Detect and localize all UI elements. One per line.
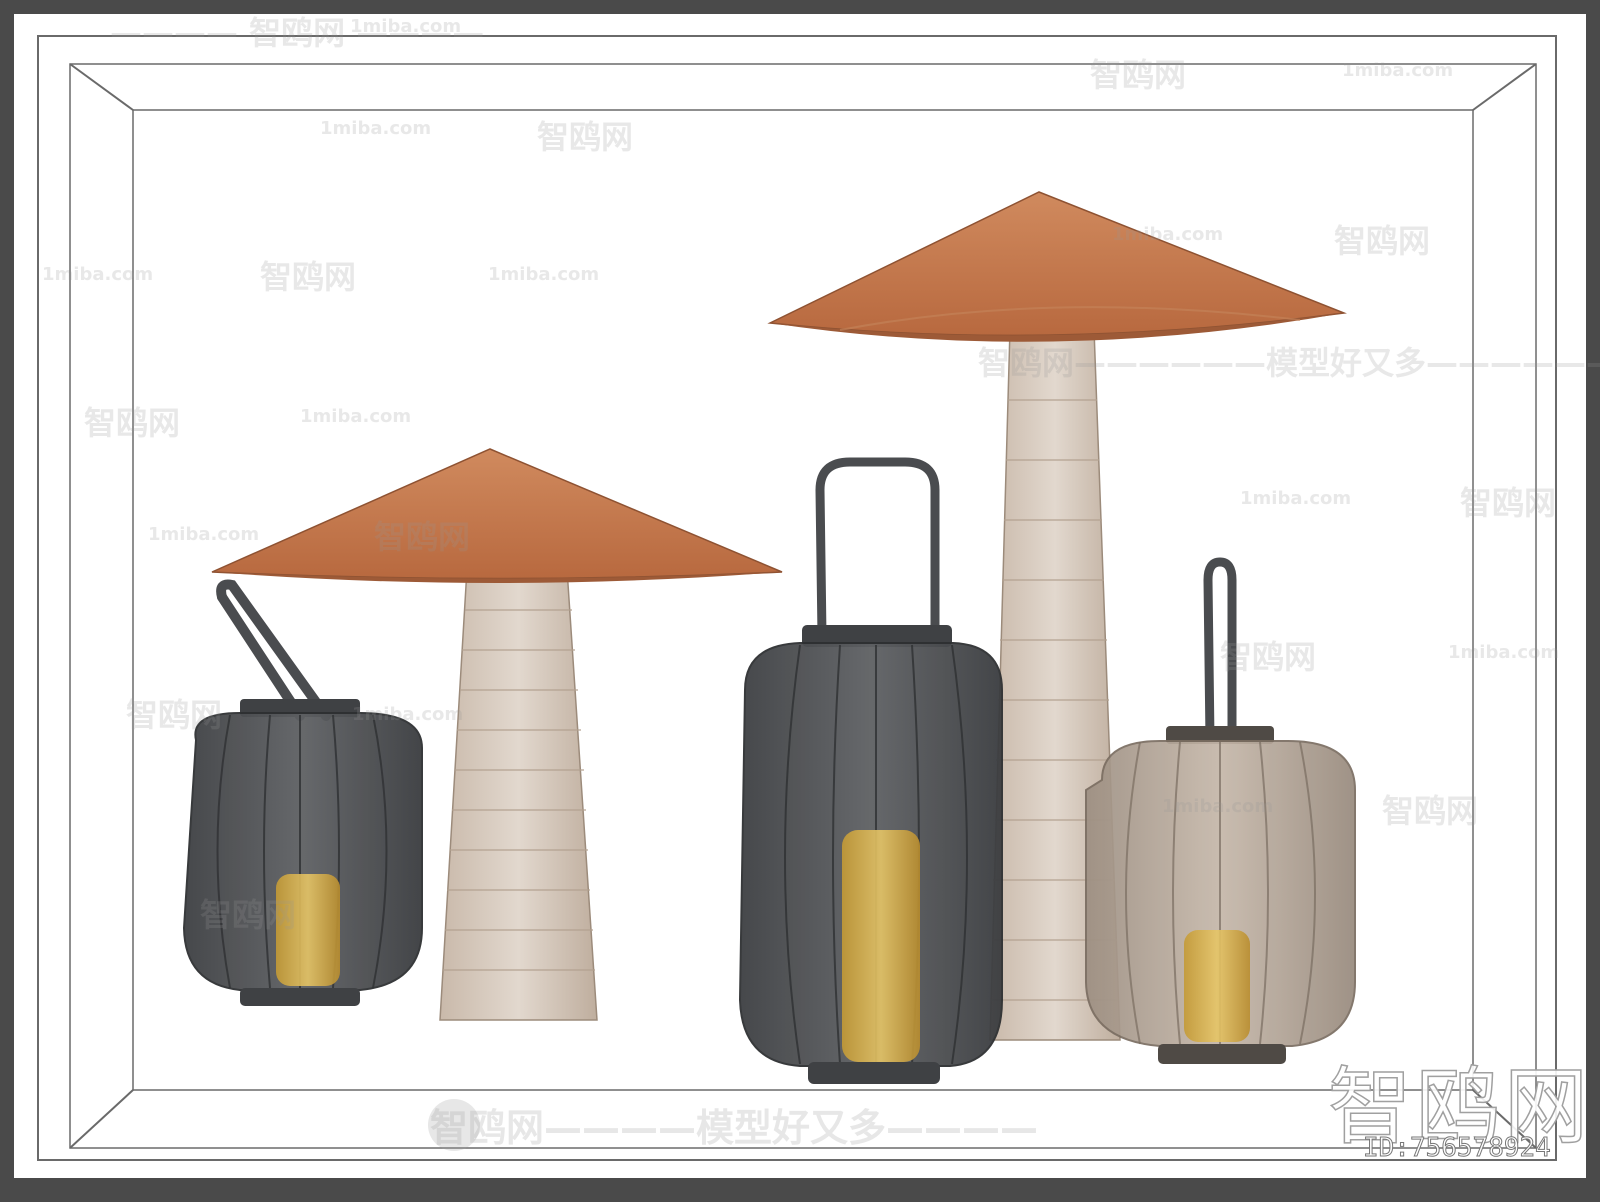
watermark-id: ID:756578924	[1363, 1133, 1552, 1164]
scene-svg	[0, 0, 1600, 1202]
render-frame	[0, 0, 1600, 1202]
watermark-slogan-bottom: 智鸥网————模型好又多————	[430, 1106, 1039, 1150]
